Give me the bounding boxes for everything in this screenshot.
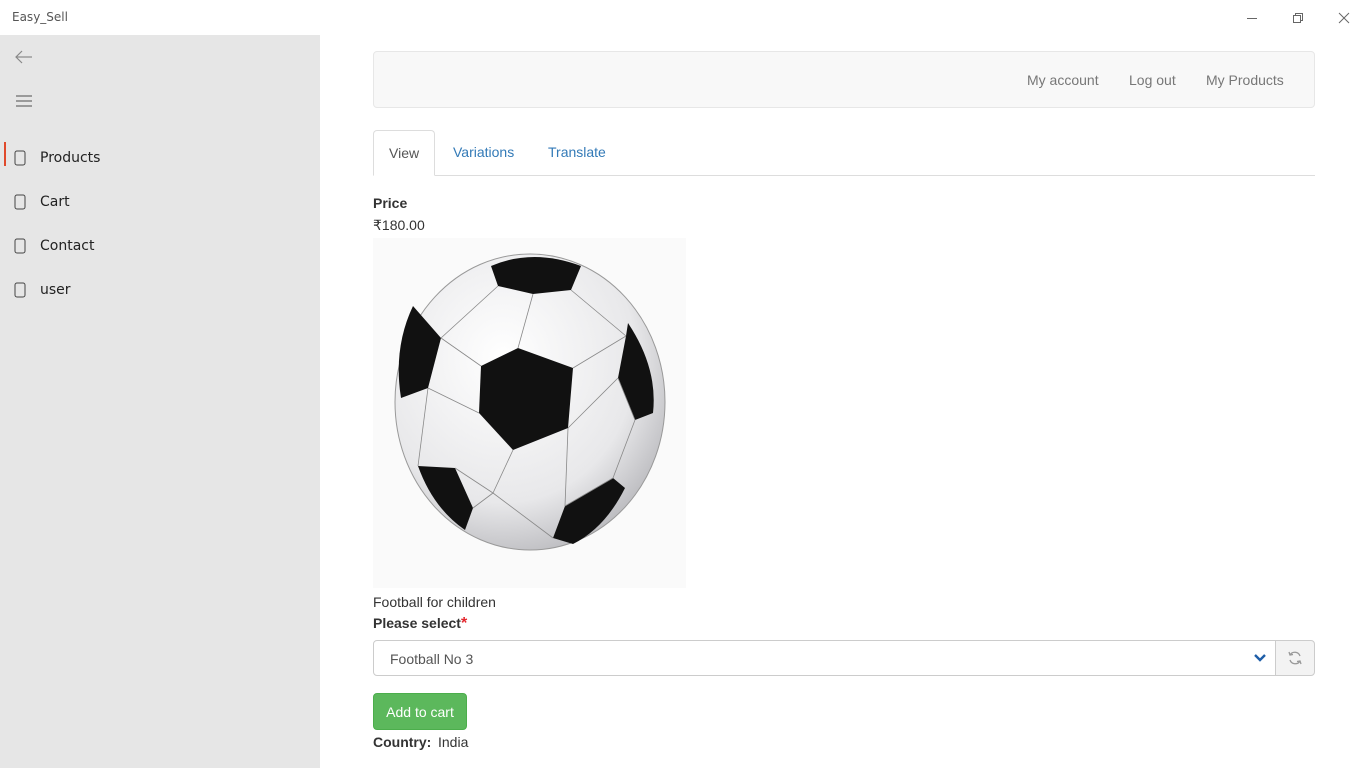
variation-select[interactable]: Football No 3 (373, 640, 1276, 676)
sidebar: Products Cart Contact user (0, 35, 320, 768)
add-to-cart-button[interactable]: Add to cart (373, 693, 467, 730)
chevron-down-icon (1253, 650, 1267, 669)
sidebar-item-user[interactable]: user (0, 268, 320, 312)
back-arrow-icon (15, 50, 32, 64)
main-content: My account Log out My Products View Vari… (320, 35, 1366, 768)
tab-view[interactable]: View (373, 130, 436, 176)
price-value: ₹180.00 (373, 217, 425, 233)
select-label-text: Please select (373, 615, 461, 631)
title-bar: Easy_Sell (0, 0, 1366, 35)
phone-outline-icon (0, 282, 40, 298)
hamburger-menu-button[interactable] (0, 79, 48, 123)
my-products-link[interactable]: My Products (1206, 72, 1284, 88)
required-marker: * (460, 615, 468, 632)
restore-button[interactable] (1275, 0, 1321, 35)
sidebar-item-cart[interactable]: Cart (0, 180, 320, 224)
my-account-link[interactable]: My account (1027, 72, 1099, 88)
refresh-button[interactable] (1275, 640, 1315, 676)
phone-outline-icon (0, 194, 40, 210)
football-image (373, 238, 686, 588)
restore-icon (1293, 12, 1303, 23)
country-label: Country: (373, 734, 432, 750)
close-button[interactable] (1321, 0, 1366, 35)
sidebar-item-label: Products (40, 150, 101, 166)
variation-select-label: Please select* (373, 615, 467, 633)
tab-bar: View Variations Translate (373, 130, 1315, 176)
country-value: India (438, 734, 469, 750)
sidebar-item-label: user (40, 282, 71, 298)
sidebar-item-products[interactable]: Products (0, 136, 320, 180)
selected-option: Football No 3 (390, 651, 474, 667)
sidebar-item-label: Contact (40, 238, 95, 254)
phone-outline-icon (0, 150, 40, 166)
top-navbar: My account Log out My Products (373, 51, 1315, 108)
price-label: Price (373, 195, 408, 211)
log-out-link[interactable]: Log out (1129, 72, 1176, 88)
phone-outline-icon (0, 238, 40, 254)
tab-translate[interactable]: Translate (533, 130, 621, 176)
back-button[interactable] (0, 35, 48, 79)
minimize-icon (1247, 17, 1257, 19)
minimize-button[interactable] (1229, 0, 1275, 35)
product-description: Football for children (373, 594, 496, 610)
close-icon (1338, 12, 1350, 23)
sidebar-item-label: Cart (40, 194, 70, 210)
refresh-icon (1288, 651, 1302, 665)
app-title: Easy_Sell (12, 10, 68, 24)
tab-variations[interactable]: Variations (438, 130, 529, 176)
hamburger-menu-icon (16, 95, 32, 107)
sidebar-item-contact[interactable]: Contact (0, 224, 320, 268)
